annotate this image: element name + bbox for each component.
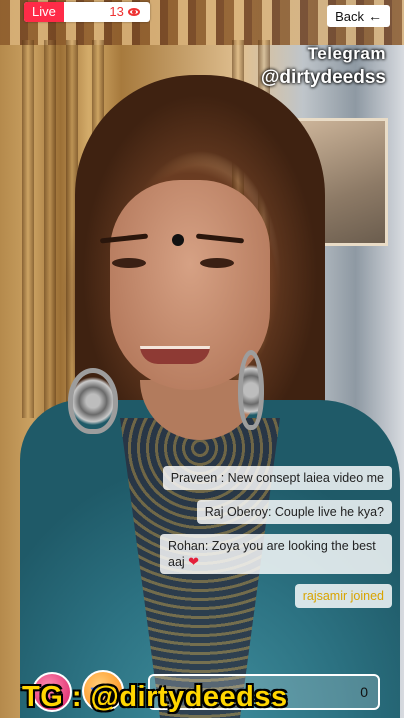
arrow-left-icon: ← [368,8,382,24]
live-status-pill: Live 13 [24,2,150,22]
heart-icon: ❤ [188,554,200,569]
chat-message: Rohan: Zoya you are looking the best aaj… [160,534,392,574]
curtain [44,40,56,418]
eye-icon [127,8,140,16]
curtain [22,40,34,418]
chat-message-text: Rohan: Zoya you are looking the best aaj [168,539,376,569]
eye [200,258,234,268]
chat-join-notice: rajsamir joined [294,584,392,608]
live-badge: Live [24,2,64,22]
bottom-watermark: TG : @dirtydeedss [22,681,288,713]
eye [112,258,146,268]
mouth [140,346,210,364]
handle-watermark: @dirtydeedss [260,67,386,88]
back-button[interactable]: Back ← [327,5,390,27]
viewer-count-value: 13 [109,4,124,19]
live-video-stream [0,0,404,718]
chat-message: Praveen : New consept laiea video me [162,466,392,490]
chat-feed: Praveen : New consept laiea video me Raj… [152,466,392,608]
earring [68,368,118,434]
viewer-count: 13 [64,2,150,22]
telegram-watermark: Telegram [307,44,386,63]
bindi [172,234,184,246]
chat-message: Raj Oberoy: Couple live he kya? [196,500,392,524]
back-label: Back [335,8,364,24]
earring [238,350,264,430]
